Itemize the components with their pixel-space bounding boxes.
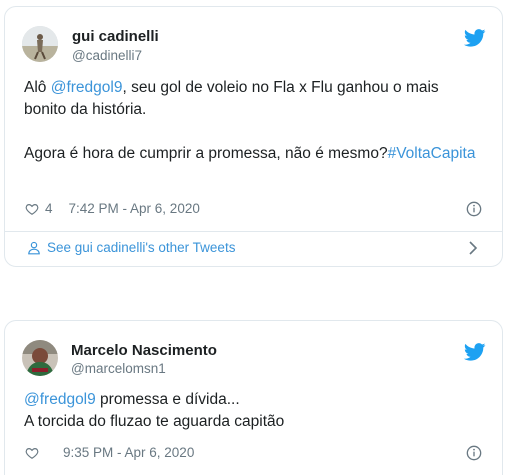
tweet-text: @fredgol9 promessa e dívida... A torcida…	[24, 389, 484, 433]
author-name[interactable]: Marcelo Nascimento	[71, 342, 217, 359]
tweet-card: gui cadinelli @cadinelli7 Alô @fredgol9,…	[4, 6, 503, 267]
author-handle[interactable]: @marcelomsn1	[71, 361, 166, 376]
mention-link[interactable]: @fredgol9	[51, 79, 123, 96]
tweet-meta: 9:35 PM - Apr 6, 2020	[25, 445, 194, 460]
tweet-text-prefix: Alô	[24, 79, 51, 96]
info-icon[interactable]	[466, 445, 482, 461]
chevron-right-icon[interactable]	[468, 241, 478, 255]
like-count[interactable]: 4	[45, 201, 53, 216]
mention-link[interactable]: @fredgol9	[24, 391, 96, 408]
hashtag-link[interactable]: #VoltaCapita	[388, 145, 476, 162]
divider	[5, 231, 502, 232]
tweet-text-segment: Agora é hora de cumprir a promessa, não …	[24, 145, 388, 162]
author-handle[interactable]: @cadinelli7	[72, 48, 142, 63]
timestamp[interactable]: 7:42 PM - Apr 6, 2020	[69, 201, 200, 216]
tweet-card: Marcelo Nascimento @marcelomsn1 @fredgol…	[4, 320, 503, 475]
twitter-bird-icon[interactable]	[464, 343, 486, 361]
person-icon	[28, 241, 40, 254]
twitter-bird-icon[interactable]	[464, 29, 486, 47]
tweet-text-segment: promessa e dívida...	[95, 391, 240, 408]
author-name[interactable]: gui cadinelli	[72, 28, 159, 45]
timestamp[interactable]: 9:35 PM - Apr 6, 2020	[63, 445, 194, 460]
avatar[interactable]	[22, 340, 58, 376]
tweet-text: Alô @fredgol9, seu gol de voleio no Fla …	[24, 77, 484, 165]
see-other-tweets-link[interactable]: See gui cadinelli's other Tweets	[27, 240, 235, 255]
heart-icon[interactable]	[25, 202, 39, 216]
heart-icon[interactable]	[25, 446, 39, 460]
see-other-tweets-label[interactable]: See gui cadinelli's other Tweets	[47, 240, 235, 255]
tweet-text-segment: A torcida do fluzao te aguarda capitão	[24, 413, 285, 430]
avatar[interactable]	[22, 26, 58, 62]
tweet-meta: 4 7:42 PM - Apr 6, 2020	[25, 201, 200, 216]
info-icon[interactable]	[466, 201, 482, 217]
